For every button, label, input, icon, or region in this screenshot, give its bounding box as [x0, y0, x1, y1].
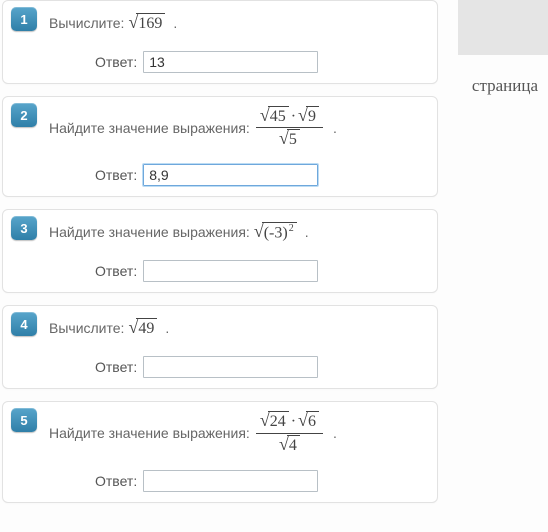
- question-number-badge: 4: [11, 312, 37, 336]
- prompt-prefix: Найдите значение выражения:: [49, 425, 250, 441]
- question-list: 1Вычислите:√169.Ответ:2Найдите значение …: [0, 0, 440, 503]
- question-number-badge: 1: [11, 7, 37, 31]
- question-number-badge: 3: [11, 216, 37, 240]
- answer-input[interactable]: [143, 51, 318, 73]
- prompt-prefix: Вычислите:: [49, 320, 124, 336]
- answer-label: Ответ:: [95, 263, 137, 279]
- terminal-period: .: [329, 120, 337, 136]
- question-card: 5 Найдите значение выражения:√24·√6√4. Отв…: [2, 401, 438, 502]
- question-number-badge: 5: [11, 408, 37, 432]
- terminal-period: .: [301, 224, 309, 240]
- math-expression: √49: [128, 318, 157, 338]
- prompt-prefix: Найдите значение выражения:: [49, 120, 250, 136]
- answer-input[interactable]: [143, 260, 318, 282]
- question-card: 1 Вычислите:√169. Ответ:: [2, 0, 438, 84]
- terminal-period: .: [161, 320, 169, 336]
- question-number-badge: 2: [11, 103, 37, 127]
- question-prompt: Вычислите:√49.: [49, 314, 427, 342]
- terminal-period: .: [329, 425, 337, 441]
- answer-row: Ответ:: [95, 260, 427, 282]
- answer-label: Ответ:: [95, 167, 137, 183]
- answer-row: Ответ:: [95, 51, 427, 73]
- answer-input[interactable]: [143, 164, 318, 186]
- answer-label: Ответ:: [95, 473, 137, 489]
- stray-page-label: страница: [472, 76, 538, 96]
- header-fragment: [458, 0, 548, 55]
- math-expression: √24·√6√4: [254, 410, 325, 455]
- answer-label: Ответ:: [95, 359, 137, 375]
- answer-label: Ответ:: [95, 54, 137, 70]
- math-expression: √169: [128, 13, 165, 33]
- answer-row: Ответ:: [95, 470, 427, 492]
- prompt-prefix: Найдите значение выражения:: [49, 224, 250, 240]
- prompt-prefix: Вычислите:: [49, 15, 124, 31]
- question-card: 4 Вычислите:√49. Ответ:: [2, 305, 438, 389]
- answer-row: Ответ:: [95, 164, 427, 186]
- question-prompt: Найдите значение выражения:√45·√9√5.: [49, 105, 427, 150]
- question-card: 2 Найдите значение выражения:√45·√9√5. Отв…: [2, 96, 438, 197]
- math-expression: √45·√9√5: [254, 105, 325, 150]
- answer-input[interactable]: [143, 470, 318, 492]
- question-prompt: Найдите значение выражения:√(-3)2.: [49, 218, 427, 246]
- math-expression: √(-3)2: [254, 222, 297, 243]
- answer-input[interactable]: [143, 356, 318, 378]
- question-prompt: Вычислите:√169.: [49, 9, 427, 37]
- question-prompt: Найдите значение выражения:√24·√6√4.: [49, 410, 427, 455]
- question-card: 3 Найдите значение выражения:√(-3)2. Ответ…: [2, 209, 438, 293]
- answer-row: Ответ:: [95, 356, 427, 378]
- terminal-period: .: [169, 15, 177, 31]
